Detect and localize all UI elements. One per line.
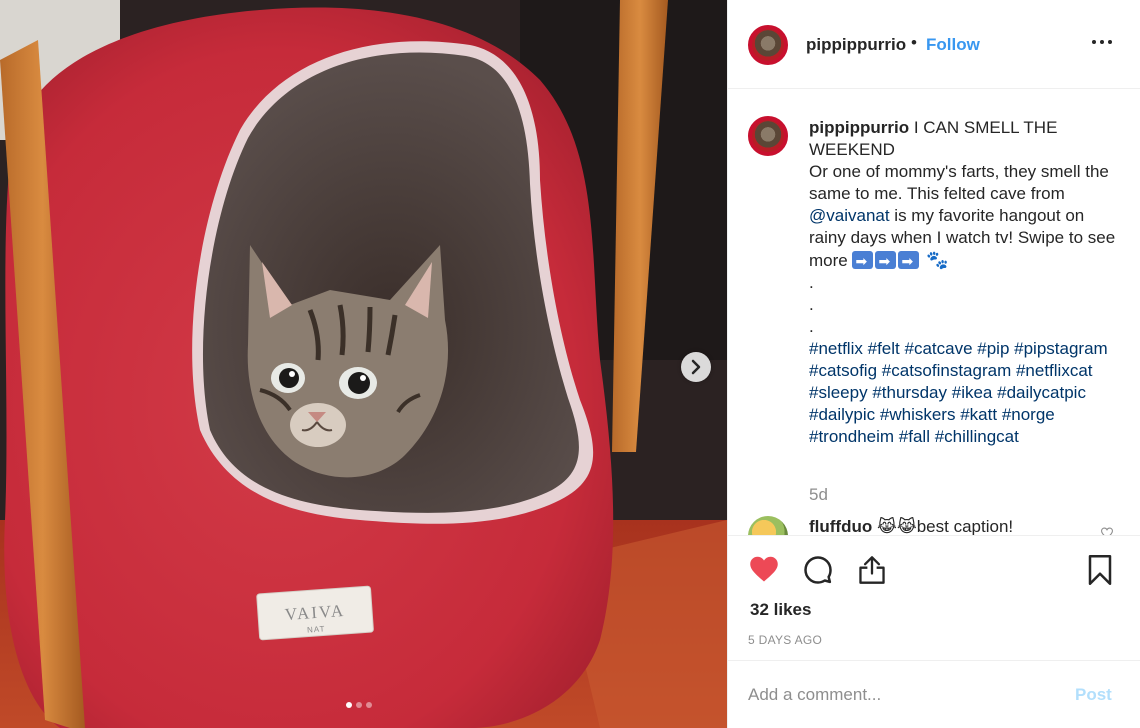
hashtag-link[interactable]: #trondheim	[809, 427, 894, 446]
more-options-icon[interactable]	[1092, 40, 1112, 46]
comment-emojis: 😹😹	[876, 517, 917, 535]
right-arrow-emoji-icon	[875, 250, 897, 272]
like-heart-icon[interactable]	[749, 555, 779, 583]
right-arrow-emoji-icon	[852, 250, 874, 272]
comment-like-icon[interactable]	[1100, 527, 1114, 535]
hashtag-list: #netflix #felt #catcave #pip #pipstagram…	[809, 338, 1119, 448]
header-username[interactable]: pippippurrio	[806, 35, 906, 55]
next-slide-button[interactable]	[681, 352, 711, 382]
hashtag-link[interactable]: #whiskers	[880, 405, 956, 424]
caption-dot: .	[809, 317, 814, 336]
comment-username[interactable]: fluffduo	[809, 517, 872, 535]
caption-line2: Or one of mommy's farts, they smell the …	[809, 162, 1109, 203]
hashtag-link[interactable]: #ikea	[952, 383, 993, 402]
hashtag-link[interactable]: #dailypic	[809, 405, 875, 424]
hashtag-link[interactable]: #netflix	[809, 339, 863, 358]
post-actions	[728, 535, 1140, 595]
post-side-panel: pippippurrio • Follow pippippurrio I CAN…	[727, 0, 1140, 728]
right-arrow-emoji-icon	[898, 250, 920, 272]
hashtag-link[interactable]: #netflixcat	[1016, 361, 1093, 380]
follow-button[interactable]: Follow	[926, 35, 980, 55]
comments-area[interactable]: pippippurrio I CAN SMELL THE WEEKEND Or …	[728, 89, 1140, 535]
hashtag-link[interactable]: #catsofinstagram	[882, 361, 1011, 380]
hashtag-link[interactable]: #pip	[977, 339, 1009, 358]
hashtag-link[interactable]: #dailycatpic	[997, 383, 1086, 402]
hashtag-link[interactable]: #chillingcat	[935, 427, 1019, 446]
comment-item: fluffduo 😹😹best caption!	[809, 517, 1013, 535]
comment-input[interactable]	[748, 683, 1048, 707]
slide-dot	[346, 702, 352, 708]
slide-dot	[366, 702, 372, 708]
mention-link[interactable]: @vaivanat	[809, 206, 890, 225]
paw-prints-icon: 🐾	[926, 250, 949, 270]
add-comment-bar: Post	[728, 660, 1140, 728]
post-date[interactable]: 5 DAYS AGO	[748, 633, 822, 647]
caption-dot: .	[809, 295, 814, 314]
post-caption: pippippurrio I CAN SMELL THE WEEKEND Or …	[809, 117, 1119, 448]
hashtag-link[interactable]: #catsofig	[809, 361, 877, 380]
hashtag-link[interactable]: #fall	[899, 427, 930, 446]
avatar[interactable]	[748, 25, 788, 65]
hashtag-link[interactable]: #sleepy	[809, 383, 868, 402]
caption-username[interactable]: pippippurrio	[809, 118, 909, 137]
comment-bubble-icon[interactable]	[803, 555, 833, 585]
slide-dot	[356, 702, 362, 708]
likes-count[interactable]: 32 likes	[750, 600, 811, 620]
hashtag-link[interactable]: #norge	[1002, 405, 1055, 424]
hashtag-link[interactable]: #katt	[960, 405, 997, 424]
badge-subtext: NAT	[307, 624, 326, 634]
hashtag-link[interactable]: #thursday	[872, 383, 947, 402]
caption-dot: .	[809, 273, 814, 292]
post-header: pippippurrio • Follow	[728, 0, 1140, 89]
post-comment-button[interactable]: Post	[1075, 685, 1112, 705]
post-photo[interactable]: VAIVA NAT	[0, 0, 727, 728]
slide-indicator	[346, 702, 372, 708]
caption-time[interactable]: 5d	[809, 485, 828, 505]
header-separator: •	[911, 33, 917, 52]
comment-text: best caption!	[916, 517, 1014, 535]
save-bookmark-icon[interactable]	[1087, 555, 1113, 585]
caption-avatar[interactable]	[748, 116, 788, 156]
chevron-right-icon	[691, 359, 701, 375]
commenter-avatar[interactable]	[748, 516, 788, 535]
share-icon[interactable]	[858, 555, 886, 585]
hashtag-link[interactable]: #catcave	[904, 339, 972, 358]
hashtag-link[interactable]: #felt	[868, 339, 900, 358]
hashtag-link[interactable]: #pipstagram	[1014, 339, 1108, 358]
cat-photo-illustration: VAIVA NAT	[0, 0, 727, 728]
